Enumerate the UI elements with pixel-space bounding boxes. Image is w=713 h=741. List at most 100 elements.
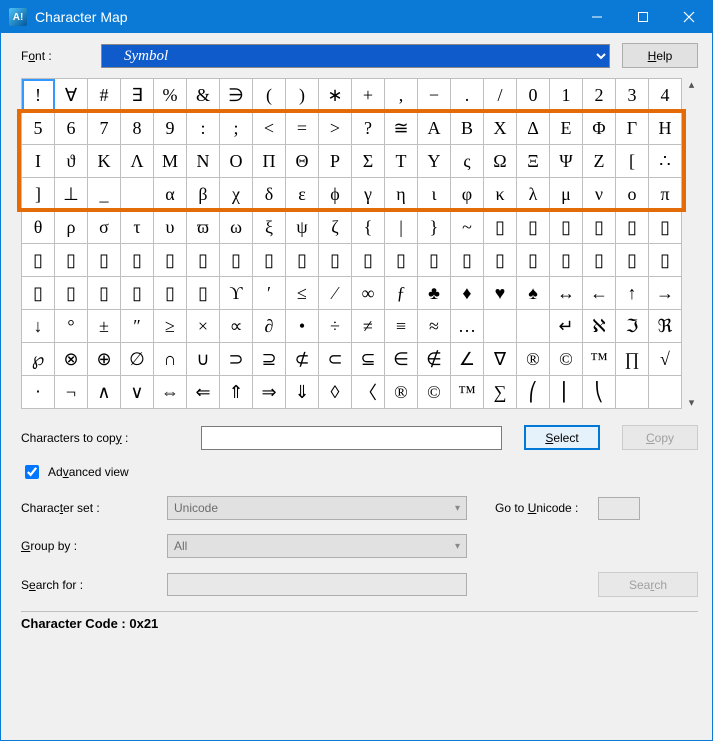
char-cell[interactable]: ∏ — [616, 343, 649, 376]
search-button[interactable]: Search — [598, 572, 698, 597]
char-cell[interactable]: ? — [352, 112, 385, 145]
char-cell[interactable]: ≥ — [154, 310, 187, 343]
char-cell[interactable]: 5 — [22, 112, 55, 145]
char-cell[interactable]: ▯ — [286, 244, 319, 277]
char-cell[interactable]: ▯ — [583, 211, 616, 244]
char-cell[interactable]: Τ — [385, 145, 418, 178]
char-cell[interactable]: ϖ — [187, 211, 220, 244]
char-cell[interactable]: ϕ — [319, 178, 352, 211]
char-cell[interactable]: ξ — [253, 211, 286, 244]
char-cell[interactable]: ; — [220, 112, 253, 145]
char-cell[interactable]: μ — [550, 178, 583, 211]
char-cell[interactable]: ° — [55, 310, 88, 343]
char-cell[interactable]: ▯ — [484, 244, 517, 277]
char-cell[interactable]: Σ — [352, 145, 385, 178]
char-cell[interactable]: • — [286, 310, 319, 343]
char-cell[interactable]: Ε — [550, 112, 583, 145]
char-cell[interactable]: Ξ — [517, 145, 550, 178]
char-cell[interactable]: ′ — [253, 277, 286, 310]
char-cell[interactable]: ⇔ — [154, 376, 187, 409]
char-cell[interactable]: Ω — [484, 145, 517, 178]
help-button[interactable]: Help — [622, 43, 698, 68]
char-cell[interactable]: ® — [385, 376, 418, 409]
font-select[interactable]: Symbol — [101, 44, 610, 68]
char-cell[interactable]: ▯ — [319, 244, 352, 277]
char-cell[interactable]: . — [451, 79, 484, 112]
char-cell[interactable]: θ — [22, 211, 55, 244]
close-button[interactable] — [666, 1, 712, 33]
char-cell[interactable]: δ — [253, 178, 286, 211]
search-input[interactable] — [167, 573, 467, 596]
char-cell[interactable]: ι — [418, 178, 451, 211]
char-cell[interactable]: & — [187, 79, 220, 112]
char-cell[interactable]: ρ — [55, 211, 88, 244]
char-cell[interactable]: ▯ — [517, 244, 550, 277]
char-cell[interactable]: ψ — [286, 211, 319, 244]
char-cell[interactable]: Ν — [187, 145, 220, 178]
char-cell[interactable]: ( — [253, 79, 286, 112]
char-cell[interactable]: ⋅ — [22, 376, 55, 409]
char-cell[interactable]: ▯ — [616, 244, 649, 277]
char-cell[interactable]: γ — [352, 178, 385, 211]
char-cell[interactable]: 7 — [88, 112, 121, 145]
char-cell[interactable]: 1 — [550, 79, 583, 112]
advanced-view-checkbox[interactable] — [25, 465, 39, 479]
char-cell[interactable]: ▯ — [121, 277, 154, 310]
char-cell[interactable]: ▯ — [550, 211, 583, 244]
char-cell[interactable]: Β — [451, 112, 484, 145]
char-cell[interactable]: Ρ — [319, 145, 352, 178]
char-cell[interactable]: ▯ — [55, 244, 88, 277]
char-cell[interactable]: ▯ — [649, 211, 682, 244]
char-cell[interactable]: ⇐ — [187, 376, 220, 409]
char-cell[interactable]: ⊥ — [55, 178, 88, 211]
char-cell[interactable]: Λ — [121, 145, 154, 178]
char-cell[interactable]: ↔ — [550, 277, 583, 310]
char-cell[interactable]: ▯ — [187, 244, 220, 277]
char-cell[interactable]: ⊕ — [88, 343, 121, 376]
char-cell[interactable]: → — [649, 277, 682, 310]
char-cell[interactable]: ∑ — [484, 376, 517, 409]
char-cell[interactable]: [ — [616, 145, 649, 178]
char-cell[interactable]: Δ — [517, 112, 550, 145]
char-cell[interactable]: ƒ — [385, 277, 418, 310]
char-cell[interactable]: ▯ — [154, 244, 187, 277]
char-cell[interactable]: ∃ — [121, 79, 154, 112]
char-cell[interactable]: η — [385, 178, 418, 211]
char-cell[interactable]: ″ — [121, 310, 154, 343]
char-cell[interactable]: υ — [154, 211, 187, 244]
char-cell[interactable]: 2 — [583, 79, 616, 112]
char-cell[interactable]: Χ — [484, 112, 517, 145]
char-cell[interactable]: ∇ — [484, 343, 517, 376]
char-cell[interactable]: ν — [583, 178, 616, 211]
char-cell[interactable]: 9 — [154, 112, 187, 145]
char-cell[interactable]: # — [88, 79, 121, 112]
scroll-down-icon[interactable]: ▾ — [689, 396, 695, 409]
char-cell[interactable]: 8 — [121, 112, 154, 145]
char-cell[interactable]: ▯ — [22, 244, 55, 277]
copy-button[interactable]: Copy — [622, 425, 698, 450]
scroll-up-icon[interactable]: ▴ — [689, 78, 695, 91]
char-cell[interactable]: , — [385, 79, 418, 112]
char-cell[interactable]: ℑ — [616, 310, 649, 343]
char-cell[interactable]: ≈ — [418, 310, 451, 343]
char-cell[interactable]: ▯ — [385, 244, 418, 277]
char-cell[interactable]: ▯ — [418, 244, 451, 277]
char-cell[interactable]: κ — [484, 178, 517, 211]
goto-unicode-input[interactable] — [598, 497, 640, 520]
char-cell[interactable]: © — [550, 343, 583, 376]
char-cell[interactable]: ⊄ — [286, 343, 319, 376]
maximize-button[interactable] — [620, 1, 666, 33]
char-cell[interactable]: ℘ — [22, 343, 55, 376]
char-cell[interactable]: 〈 — [352, 376, 385, 409]
char-cell[interactable]: ∉ — [418, 343, 451, 376]
char-cell[interactable]: ⊃ — [220, 343, 253, 376]
char-cell[interactable]: ▯ — [187, 277, 220, 310]
group-by-combo[interactable]: All▾ — [167, 534, 467, 558]
char-cell[interactable]: Η — [649, 112, 682, 145]
char-cell[interactable]: ⎜ — [550, 376, 583, 409]
minimize-button[interactable] — [574, 1, 620, 33]
char-cell[interactable]: ℵ — [583, 310, 616, 343]
char-cell[interactable]: ▯ — [451, 244, 484, 277]
char-cell[interactable]: % — [154, 79, 187, 112]
char-cell[interactable]: ▯ — [484, 211, 517, 244]
